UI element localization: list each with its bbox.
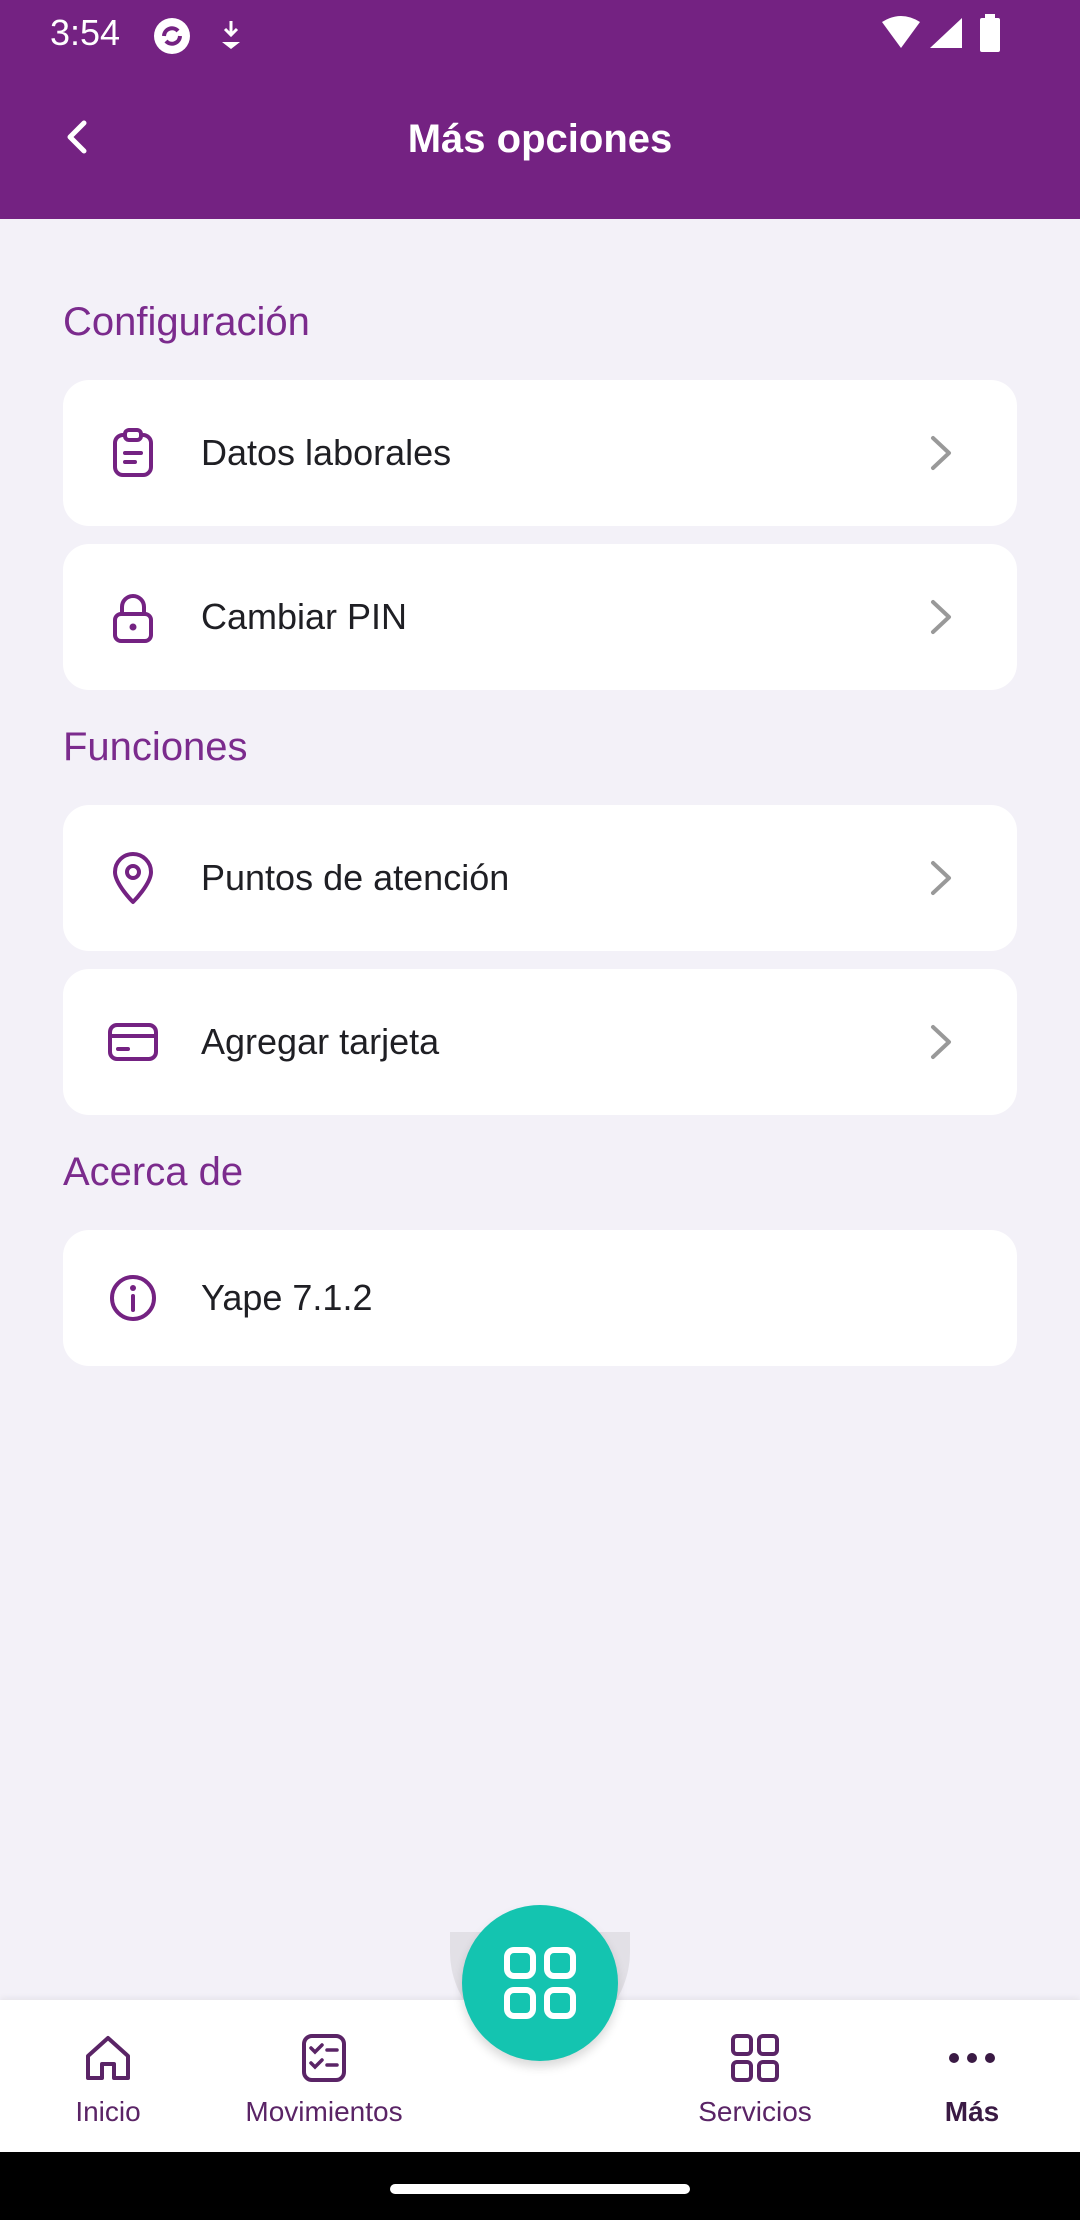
nav-label: Más bbox=[944, 2096, 1000, 2127]
credit-card-icon bbox=[108, 1023, 158, 1061]
lock-icon bbox=[113, 594, 153, 643]
menu-item-puntos-de-atencion[interactable]: Puntos de atención bbox=[63, 805, 1017, 951]
nav-item-inicio[interactable]: Inicio bbox=[48, 2000, 168, 2152]
menu-item-label: Agregar tarjeta bbox=[201, 1021, 440, 1062]
section-title-acerca-de: Acerca de bbox=[63, 1150, 244, 1194]
section-title-configuracion: Configuración bbox=[63, 300, 310, 344]
menu-item-app-version: Yape 7.1.2 bbox=[63, 1230, 1017, 1366]
chevron-right-icon bbox=[931, 600, 951, 634]
info-icon bbox=[110, 1275, 156, 1321]
app-version-label: Yape 7.1.2 bbox=[201, 1277, 373, 1318]
sync-app-icon bbox=[154, 18, 190, 54]
app-bar: 3:54 Más opciones bbox=[0, 0, 1080, 219]
scan-fab-button[interactable] bbox=[462, 1905, 618, 2061]
download-notification-icon bbox=[222, 21, 240, 49]
wifi-icon bbox=[882, 16, 920, 48]
nav-item-movimientos[interactable]: Movimientos bbox=[224, 2000, 424, 2152]
menu-item-label: Cambiar PIN bbox=[201, 596, 408, 637]
nav-item-servicios[interactable]: Servicios bbox=[680, 2000, 830, 2152]
page-title: Más opciones bbox=[407, 117, 673, 161]
nav-label: Movimientos bbox=[245, 2096, 403, 2127]
nav-item-mas[interactable]: Más bbox=[912, 2000, 1032, 2152]
chevron-right-icon bbox=[931, 436, 951, 470]
menu-item-agregar-tarjeta[interactable]: Agregar tarjeta bbox=[63, 969, 1017, 1115]
clipboard-icon bbox=[113, 428, 153, 477]
menu-item-label: Datos laborales bbox=[201, 432, 452, 473]
battery-icon bbox=[980, 14, 1000, 52]
checklist-icon bbox=[302, 2034, 346, 2082]
chevron-right-icon bbox=[931, 861, 951, 895]
home-icon bbox=[86, 2036, 130, 2080]
menu-item-datos-laborales[interactable]: Datos laborales bbox=[63, 380, 1017, 526]
menu-item-cambiar-pin[interactable]: Cambiar PIN bbox=[63, 544, 1017, 690]
nav-label: Inicio bbox=[75, 2096, 141, 2127]
menu-item-label: Puntos de atención bbox=[201, 857, 510, 898]
grid-icon bbox=[731, 2034, 779, 2082]
more-icon bbox=[949, 2053, 995, 2063]
nav-label: Servicios bbox=[698, 2096, 812, 2127]
status-bar: 3:54 bbox=[0, 0, 1080, 66]
chevron-right-icon bbox=[931, 1025, 951, 1059]
location-pin-icon bbox=[113, 852, 153, 904]
qr-scan-icon bbox=[504, 1947, 576, 2019]
status-time: 3:54 bbox=[50, 12, 121, 53]
section-title-funciones: Funciones bbox=[63, 725, 248, 769]
home-gesture-handle[interactable] bbox=[390, 2184, 690, 2194]
signal-icon bbox=[930, 18, 962, 48]
